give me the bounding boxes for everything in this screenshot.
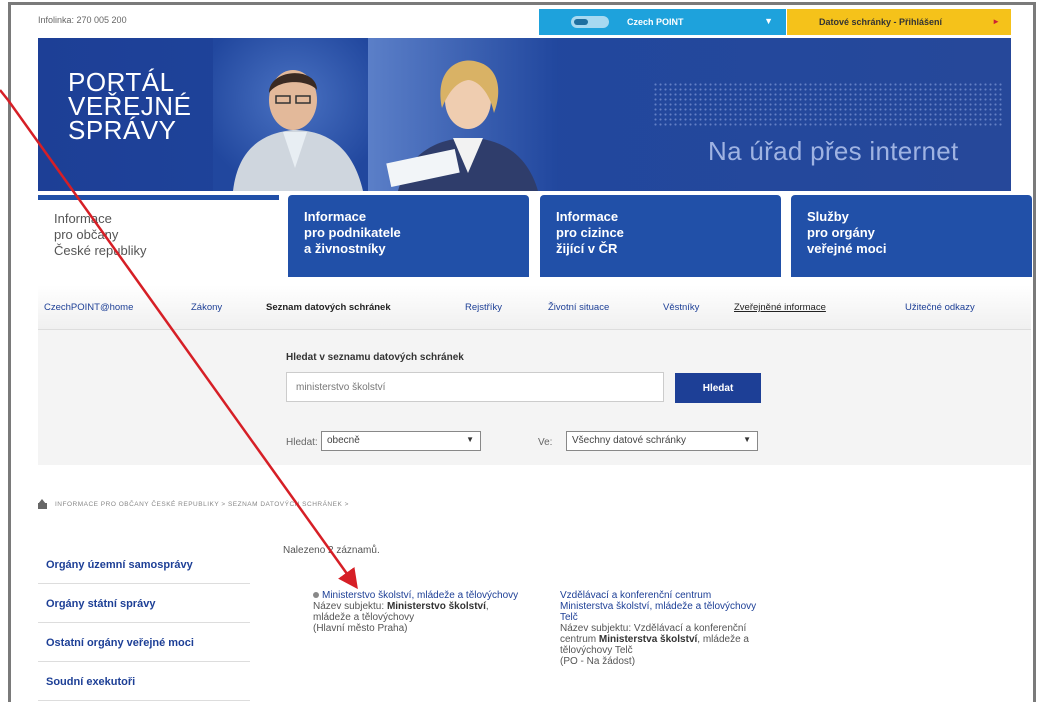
tab-line: České republiky (54, 243, 147, 258)
result-place: (Hlavní město Praha) (313, 623, 408, 634)
tab-entrepreneurs[interactable]: Informace pro podnikatele a živnostníky (288, 195, 529, 277)
search-mode-select[interactable]: obecně ▼ (321, 431, 481, 451)
tab-line: Informace (556, 209, 619, 224)
tab-line: pro orgány (807, 225, 875, 240)
main-navigation: CzechPOINT@home Zákony Seznam datových s… (38, 285, 1031, 330)
tab-citizens[interactable]: Informace pro občany České republiky (38, 195, 279, 277)
portal-logo[interactable]: PORTÁL VEŘEJNÉ SPRÁVY (68, 69, 191, 145)
search-button[interactable]: Hledat (675, 373, 761, 403)
dropdown-arrow-icon: ▼ (466, 435, 474, 444)
home-icon[interactable] (38, 499, 47, 509)
nav-czechpoint-home[interactable]: CzechPOINT@home (44, 302, 133, 313)
hotline-text: Infolinka: 270 005 200 (38, 15, 127, 25)
search-mode-value: obecně (327, 435, 360, 446)
nav-data-boxes[interactable]: Seznam datových schránek (266, 302, 391, 313)
tab-line: a živnostníky (304, 241, 386, 256)
result-subject-match: Ministerstvo školství (386, 601, 486, 612)
result-subject-match: Ministerstva školství (598, 634, 698, 645)
tab-line: pro podnikatele (304, 225, 401, 240)
tab-line: veřejné moci (807, 241, 887, 256)
tab-line: Služby (807, 209, 849, 224)
bullet-icon (313, 592, 319, 599)
breadcrumb-path[interactable]: INFORMACE PRO OBČANY ČESKÉ REPUBLIKY > S… (55, 501, 349, 508)
nav-published-info[interactable]: Zveřejněné informace (734, 302, 826, 313)
sidebar-item-other-authorities[interactable]: Ostatní orgány veřejné moci (38, 623, 250, 662)
dropdown-arrow-icon: ▼ (743, 435, 751, 444)
search-scope-select[interactable]: Všechny datové schránky ▼ (566, 431, 758, 451)
browser-frame: Infolinka: 270 005 200 Czech POINT ▼ Dat… (8, 2, 1036, 702)
result-title-link[interactable]: Ministerstvo školství, mládeže a tělovýc… (313, 590, 523, 601)
search-scope-value: Všechny datové schránky (572, 435, 686, 446)
result-item: Ministerstvo školství, mládeže a tělovýc… (313, 590, 523, 634)
result-title-link[interactable]: Vzdělávací a konferenční centrum Ministe… (560, 590, 765, 623)
czechpoint-menu[interactable]: Czech POINT ▼ (539, 9, 786, 35)
search-input[interactable] (286, 372, 664, 402)
tab-line: pro cizince (556, 225, 624, 240)
czechpoint-label: Czech POINT (627, 17, 684, 27)
tab-line: Informace (304, 209, 367, 224)
search-mode-label: Hledat: (286, 437, 318, 448)
chevron-down-icon: ▼ (764, 16, 773, 26)
portal-logo-line3: SPRÁVY (68, 115, 177, 145)
tab-public-authorities[interactable]: Služby pro orgány veřejné moci (791, 195, 1032, 277)
sidebar-item-state-administration[interactable]: Orgány státní správy (38, 584, 250, 623)
nav-registers[interactable]: Rejstříky (465, 302, 502, 313)
breadcrumb: INFORMACE PRO OBČANY ČESKÉ REPUBLIKY > S… (38, 499, 349, 509)
result-subject: Název subjektu: Ministerstvo školství, m… (313, 601, 523, 623)
arrow-right-icon: ► (992, 17, 1000, 26)
top-bar: Infolinka: 270 005 200 Czech POINT ▼ Dat… (11, 5, 1033, 37)
result-item: Vzdělávací a konferenční centrum Ministe… (560, 590, 765, 667)
sidebar-item-local-government[interactable]: Orgány územní samosprávy (38, 545, 250, 584)
nav-life-situations[interactable]: Životní situace (548, 302, 609, 313)
header-banner: PORTÁL VEŘEJNÉ SPRÁVY Na úřad přes inter… (38, 38, 1011, 191)
tab-foreigners[interactable]: Informace pro cizince žijící v ČR (540, 195, 781, 277)
result-place: (PO - Na žádost) (560, 656, 636, 667)
result-subject: Název subjektu: Vzdělávací a konferenční… (560, 623, 765, 656)
nav-journals[interactable]: Věstníky (663, 302, 699, 313)
banner-slogan: Na úřad přes internet (708, 136, 959, 166)
banner-woman-image (368, 38, 558, 191)
datovky-login-button[interactable]: Datové schránky - Přihlášení ► (787, 9, 1011, 35)
banner-man-image (213, 38, 373, 191)
result-title: Ministerstvo školství, mládeže a tělovýc… (322, 590, 519, 601)
nav-useful-links[interactable]: Užitečné odkazy (905, 302, 975, 313)
search-scope-label: Ve: (538, 437, 553, 448)
banner-dot-pattern (653, 82, 1003, 126)
sidebar: Orgány územní samosprávy Orgány státní s… (38, 545, 250, 701)
sidebar-item-bailiffs[interactable]: Soudní exekutoři (38, 662, 250, 701)
tab-line: žijící v ČR (556, 241, 618, 256)
datovky-login-label: Datové schránky - Přihlášení (819, 17, 943, 27)
result-subject-prefix: Název subjektu: (313, 601, 387, 612)
tab-line: Informace (54, 211, 112, 226)
search-panel: Hledat v seznamu datových schránek Hleda… (38, 330, 1031, 465)
czechpoint-logo-icon (571, 16, 609, 28)
results-count: Nalezeno 2 záznamů. (283, 545, 380, 556)
search-title: Hledat v seznamu datových schránek (286, 352, 464, 363)
nav-laws[interactable]: Zákony (191, 302, 222, 313)
tab-line: pro občany (54, 227, 119, 242)
audience-tabs: Informace pro občany České republiky Inf… (38, 191, 1032, 281)
